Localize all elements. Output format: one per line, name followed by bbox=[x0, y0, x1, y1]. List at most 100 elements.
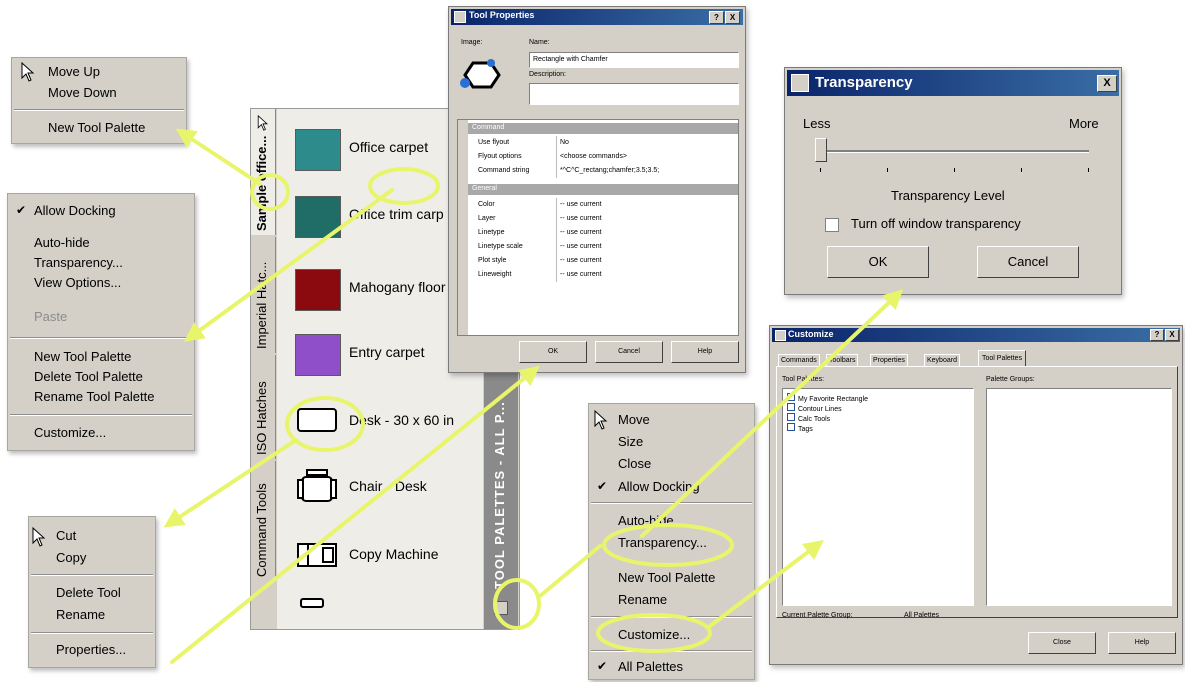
cancel-button[interactable]: Cancel bbox=[977, 246, 1079, 278]
cancel-button[interactable]: Cancel bbox=[595, 341, 663, 363]
palette-tab-iso-hatches[interactable]: ISO Hatches bbox=[251, 355, 276, 459]
property-row[interactable]: Flyout options <choose commands> bbox=[478, 150, 728, 164]
palette-groups-list[interactable] bbox=[986, 388, 1172, 606]
property-row[interactable]: Layer -- use current bbox=[478, 212, 728, 226]
slider-tick bbox=[1021, 168, 1022, 172]
palette-item[interactable]: Chair - Desk bbox=[295, 466, 483, 512]
list-item[interactable]: Tags bbox=[787, 423, 813, 433]
palette-tab-imperial-hatches[interactable]: Imperial Hatc... bbox=[251, 237, 276, 353]
menu-separator bbox=[10, 337, 192, 339]
slider-tick bbox=[820, 168, 821, 172]
ok-button[interactable]: OK bbox=[827, 246, 929, 278]
less-label: Less bbox=[803, 116, 831, 131]
help-title-button[interactable]: ? bbox=[709, 11, 724, 24]
description-input[interactable] bbox=[529, 83, 739, 105]
hatch-swatch-icon bbox=[295, 196, 341, 238]
move-up-item[interactable]: Move Up bbox=[12, 61, 186, 82]
property-row[interactable]: Command string *^C^C_rectang;chamfer;3.5;… bbox=[478, 164, 728, 178]
property-value: No bbox=[556, 136, 728, 150]
checkbox-label: Turn off window transparency bbox=[851, 216, 1021, 231]
image-label: Image: bbox=[461, 39, 483, 46]
tab-label: Imperial Hatc... bbox=[254, 261, 269, 349]
copy-item[interactable]: Copy bbox=[29, 547, 155, 568]
palette-groups-label: Palette Groups: bbox=[986, 376, 1035, 383]
close-title-button[interactable]: X bbox=[1097, 75, 1117, 92]
dialog-title: Customize bbox=[788, 329, 834, 339]
view-options-item[interactable]: View Options... bbox=[8, 272, 194, 293]
auto-hide-item[interactable]: Auto-hide bbox=[8, 232, 194, 253]
menu-separator bbox=[31, 632, 153, 634]
copy-machine-icon bbox=[297, 543, 337, 567]
transparency-titlebar[interactable]: Transparency X bbox=[787, 70, 1119, 96]
customize-titlebar[interactable]: Customize ? X bbox=[772, 328, 1180, 342]
titlebar-context-menu: Move Size Close ✔ Allow Docking Auto-hid… bbox=[588, 403, 755, 680]
palette-item[interactable]: Copy Machine bbox=[295, 534, 483, 580]
rename-item[interactable]: Rename bbox=[29, 604, 155, 625]
turn-off-transparency-checkbox[interactable] bbox=[825, 218, 839, 232]
move-item[interactable]: Move bbox=[589, 409, 754, 430]
customize-item[interactable]: Customize... bbox=[8, 422, 194, 443]
tab-tool-palettes[interactable]: Tool Palettes bbox=[978, 350, 1027, 366]
palette-item[interactable]: Desk - 30 x 60 in bbox=[295, 400, 483, 446]
palette-icon bbox=[787, 413, 795, 421]
transparency-item[interactable]: Transparency... bbox=[8, 252, 194, 273]
paste-item: Paste bbox=[34, 309, 68, 324]
customize-dialog: Customize ? X Commands Toolbars Properti… bbox=[769, 325, 1183, 665]
slider-track[interactable] bbox=[819, 150, 1089, 153]
new-tool-palette-item[interactable]: New Tool Palette bbox=[589, 567, 754, 588]
tab-commands[interactable]: Commands bbox=[778, 354, 820, 366]
ok-button[interactable]: OK bbox=[519, 341, 587, 363]
palette-properties-button[interactable] bbox=[494, 601, 508, 615]
close-button[interactable]: Close bbox=[1028, 632, 1096, 654]
close-title-button[interactable]: X bbox=[1165, 329, 1179, 341]
tool-palettes-list[interactable]: My Favorite Rectangle Contour Lines Calc… bbox=[782, 388, 974, 606]
property-row[interactable]: Color -- use current bbox=[478, 198, 728, 212]
list-item-label: Calc Tools bbox=[798, 416, 831, 423]
name-value: Rectangle with Chamfer bbox=[533, 56, 608, 63]
all-palettes-item[interactable]: ✔ All Palettes bbox=[589, 656, 754, 677]
slider-thumb[interactable] bbox=[815, 138, 827, 162]
palette-item-label: Office carpet bbox=[349, 139, 429, 155]
tab-toolbars[interactable]: Toolbars bbox=[826, 354, 859, 366]
new-tool-palette-item[interactable]: New Tool Palette bbox=[12, 117, 186, 138]
size-item[interactable]: Size bbox=[589, 431, 754, 452]
transparency-item[interactable]: Transparency... bbox=[589, 532, 754, 553]
delete-tool-item[interactable]: Delete Tool bbox=[29, 582, 155, 603]
description-label: Description: bbox=[529, 71, 566, 78]
cursor-icon bbox=[257, 115, 269, 131]
name-input[interactable]: Rectangle with Chamfer bbox=[529, 52, 739, 68]
slider-tick bbox=[1088, 168, 1089, 172]
close-item[interactable]: Close bbox=[589, 453, 754, 474]
list-item[interactable]: Contour Lines bbox=[787, 403, 842, 413]
tab-properties[interactable]: Properties bbox=[870, 354, 908, 366]
close-title-button[interactable]: X bbox=[725, 11, 740, 24]
allow-docking-item[interactable]: ✔ Allow Docking bbox=[589, 476, 754, 497]
move-down-item[interactable]: Move Down bbox=[12, 82, 186, 103]
rename-tool-palette-item[interactable]: Rename Tool Palette bbox=[8, 386, 194, 407]
property-row[interactable]: Use flyout No bbox=[478, 136, 728, 150]
list-item[interactable]: Calc Tools bbox=[787, 413, 830, 423]
list-item[interactable]: My Favorite Rectangle bbox=[787, 393, 868, 403]
palette-tab-command-tools[interactable]: Command Tools bbox=[251, 461, 276, 581]
help-button[interactable]: Help bbox=[671, 341, 739, 363]
property-row[interactable]: Linetype -- use current bbox=[478, 226, 728, 240]
tab-keyboard[interactable]: Keyboard bbox=[924, 354, 960, 366]
new-tool-palette-item[interactable]: New Tool Palette bbox=[8, 346, 194, 367]
help-button[interactable]: Help bbox=[1108, 632, 1176, 654]
delete-tool-palette-item[interactable]: Delete Tool Palette bbox=[8, 366, 194, 387]
transparency-dialog: Transparency X Less More Transparency Le… bbox=[784, 67, 1122, 295]
property-row[interactable]: Plot style -- use current bbox=[478, 254, 728, 268]
help-title-button[interactable]: ? bbox=[1150, 329, 1164, 341]
rename-item[interactable]: Rename bbox=[589, 589, 754, 610]
property-row[interactable]: Lineweight -- use current bbox=[478, 268, 728, 282]
tool-properties-titlebar[interactable]: Tool Properties ? X bbox=[451, 9, 743, 25]
allow-docking-item[interactable]: ✔ Allow Docking bbox=[8, 200, 194, 221]
properties-item[interactable]: Properties... bbox=[29, 639, 155, 660]
cut-item[interactable]: Cut bbox=[29, 525, 155, 546]
app-icon bbox=[775, 330, 786, 341]
customize-item[interactable]: Customize... bbox=[589, 624, 754, 645]
property-key: Plot style bbox=[478, 257, 507, 264]
property-row[interactable]: Linetype scale -- use current bbox=[478, 240, 728, 254]
property-key: Color bbox=[478, 201, 495, 208]
auto-hide-item[interactable]: Auto-hide bbox=[589, 510, 754, 531]
